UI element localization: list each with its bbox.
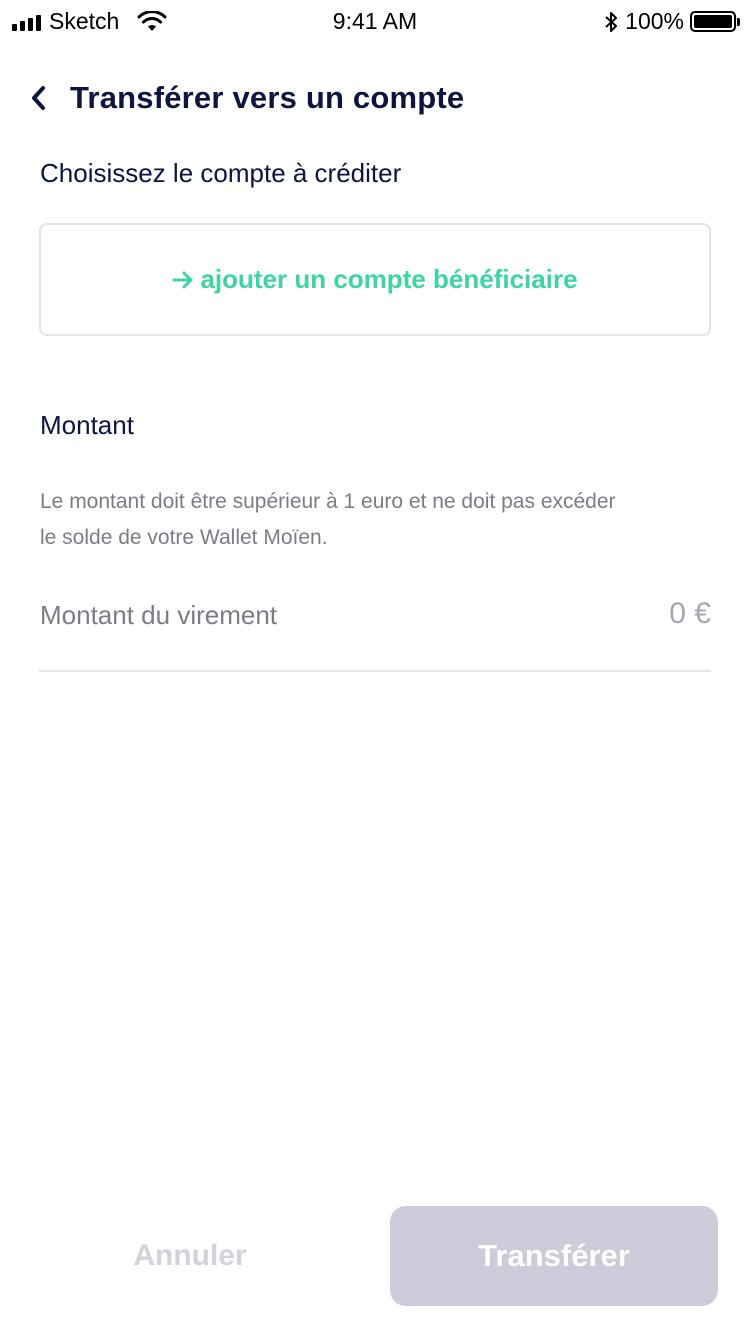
add-beneficiary-button[interactable]: ajouter un compte bénéficiaire (39, 223, 711, 336)
amount-input[interactable] (511, 592, 711, 636)
cancel-button[interactable]: Annuler (40, 1206, 340, 1306)
header: Transférer vers un compte (30, 78, 464, 118)
battery-icon (690, 11, 740, 32)
arrow-right-icon (172, 271, 193, 288)
add-beneficiary-label: ajouter un compte bénéficiaire (200, 264, 578, 294)
account-section-label: Choisissez le compte à créditer (40, 158, 402, 188)
battery-percent: 100% (625, 8, 684, 34)
helper-line-2: le solde de votre Wallet Moïen. (40, 526, 328, 549)
amount-helper-text: Le montant doit être supérieur à 1 euro … (40, 484, 720, 556)
chevron-left-icon[interactable] (30, 78, 54, 118)
status-bar: Sketch 9:41 AM 100% (0, 0, 750, 40)
page-title: Transférer vers un compte (70, 80, 465, 115)
bluetooth-icon (605, 11, 618, 32)
transfer-button[interactable]: Transférer (390, 1206, 718, 1306)
amount-field-label: Montant du virement (40, 600, 278, 630)
amount-section-label: Montant (40, 410, 134, 440)
amount-field: Montant du virement (39, 590, 711, 672)
helper-line-1: Le montant doit être supérieur à 1 euro … (40, 490, 616, 513)
